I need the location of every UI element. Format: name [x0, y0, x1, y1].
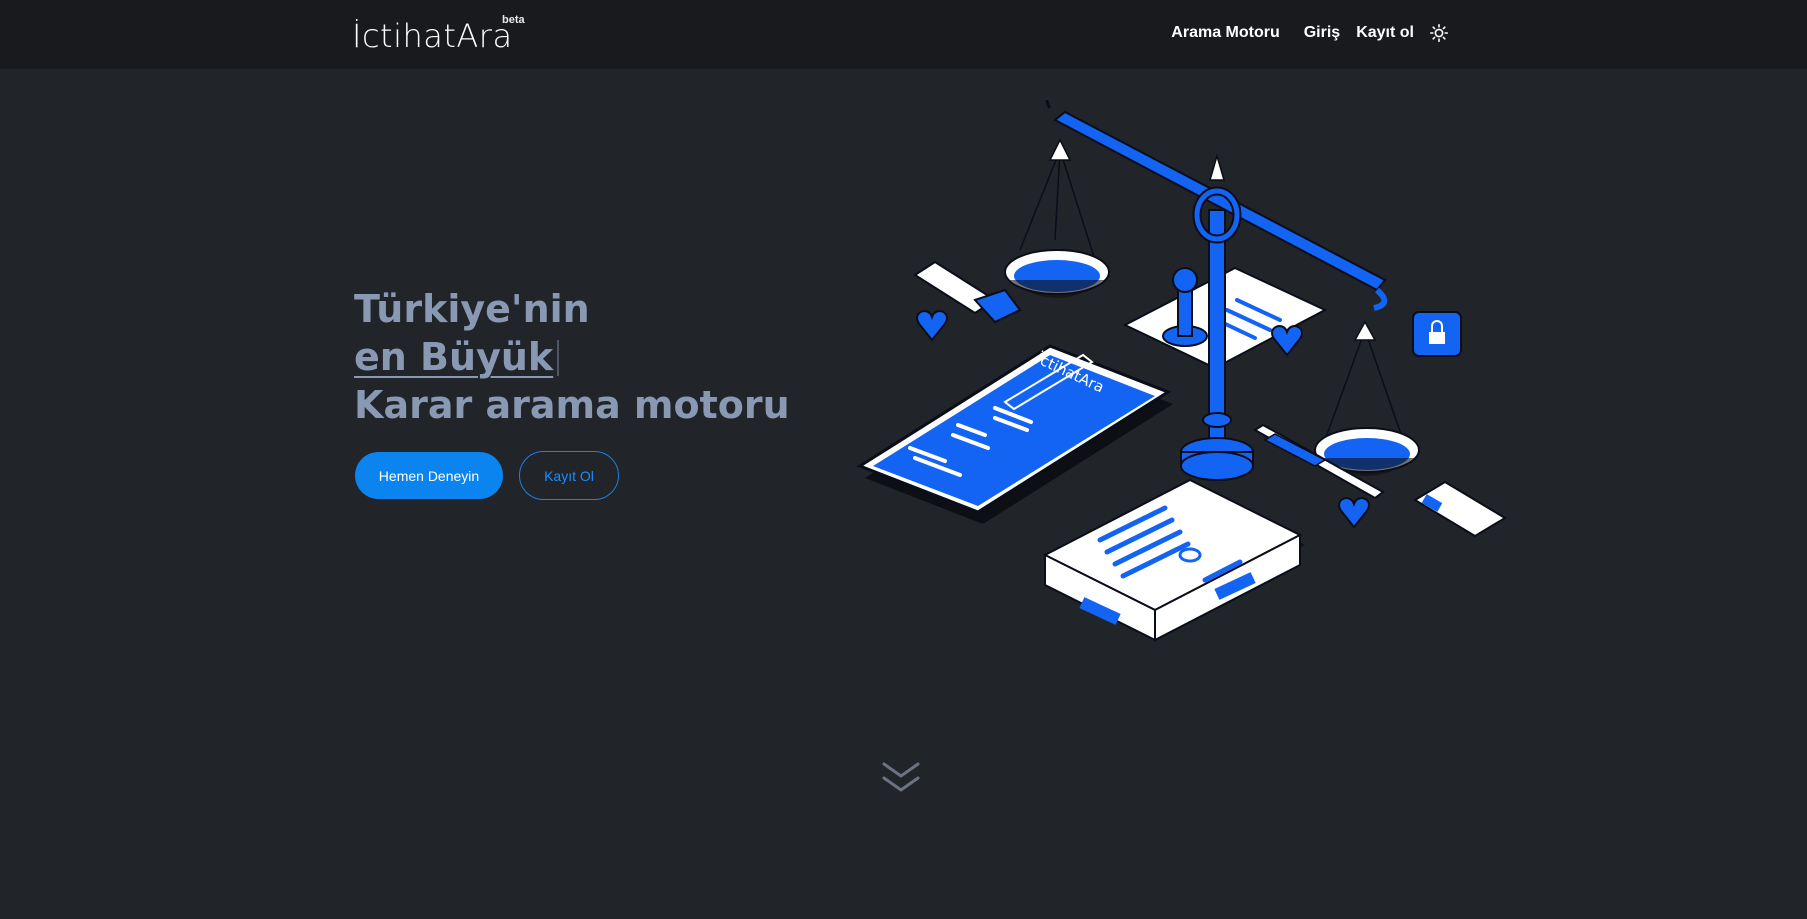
nav-links: Arama Motoru Giriş Kayıt ol: [1171, 20, 1450, 46]
justice-scale-illustration: İctihatAra: [856, 100, 1507, 642]
left-pan-chains: [1019, 149, 1096, 261]
hero-heading: Türkiye'nin en Büyük Karar arama motoru: [354, 285, 790, 429]
theme-toggle-button[interactable]: [1428, 22, 1450, 44]
beta-badge: beta: [502, 14, 525, 26]
logo-text: İctihatAra: [352, 17, 513, 55]
hero-line-3: Karar arama motoru: [354, 383, 790, 427]
id-card-illustration: [1413, 480, 1507, 538]
hero-line-1: Türkiye'nin: [354, 287, 590, 331]
logo[interactable]: İctihatAra beta: [352, 14, 525, 56]
nav-link-register[interactable]: Kayıt ol: [1356, 24, 1414, 42]
register-button[interactable]: Kayıt Ol: [519, 451, 619, 500]
sun-icon: [1430, 24, 1448, 42]
typing-caret: [557, 340, 560, 376]
navbar: İctihatAra beta Arama Motoru Giriş Kayıt…: [0, 0, 1807, 69]
hero-line-2-wrapper: en Büyük: [354, 333, 790, 381]
lock-bubble-icon: [1412, 311, 1462, 357]
nav-link-search-engine[interactable]: Arama Motoru: [1171, 24, 1279, 42]
document-stack: [1042, 478, 1305, 642]
phone-illustration: İctihatAra: [856, 344, 1173, 524]
chevron-double-down-icon[interactable]: [880, 760, 922, 796]
scale-pan-left: [1004, 249, 1110, 298]
right-pan-chains: [1324, 329, 1404, 441]
nav-link-login[interactable]: Giriş: [1304, 24, 1340, 42]
try-now-button[interactable]: Hemen Deneyin: [355, 452, 503, 499]
hero-line-2: en Büyük: [354, 335, 554, 379]
